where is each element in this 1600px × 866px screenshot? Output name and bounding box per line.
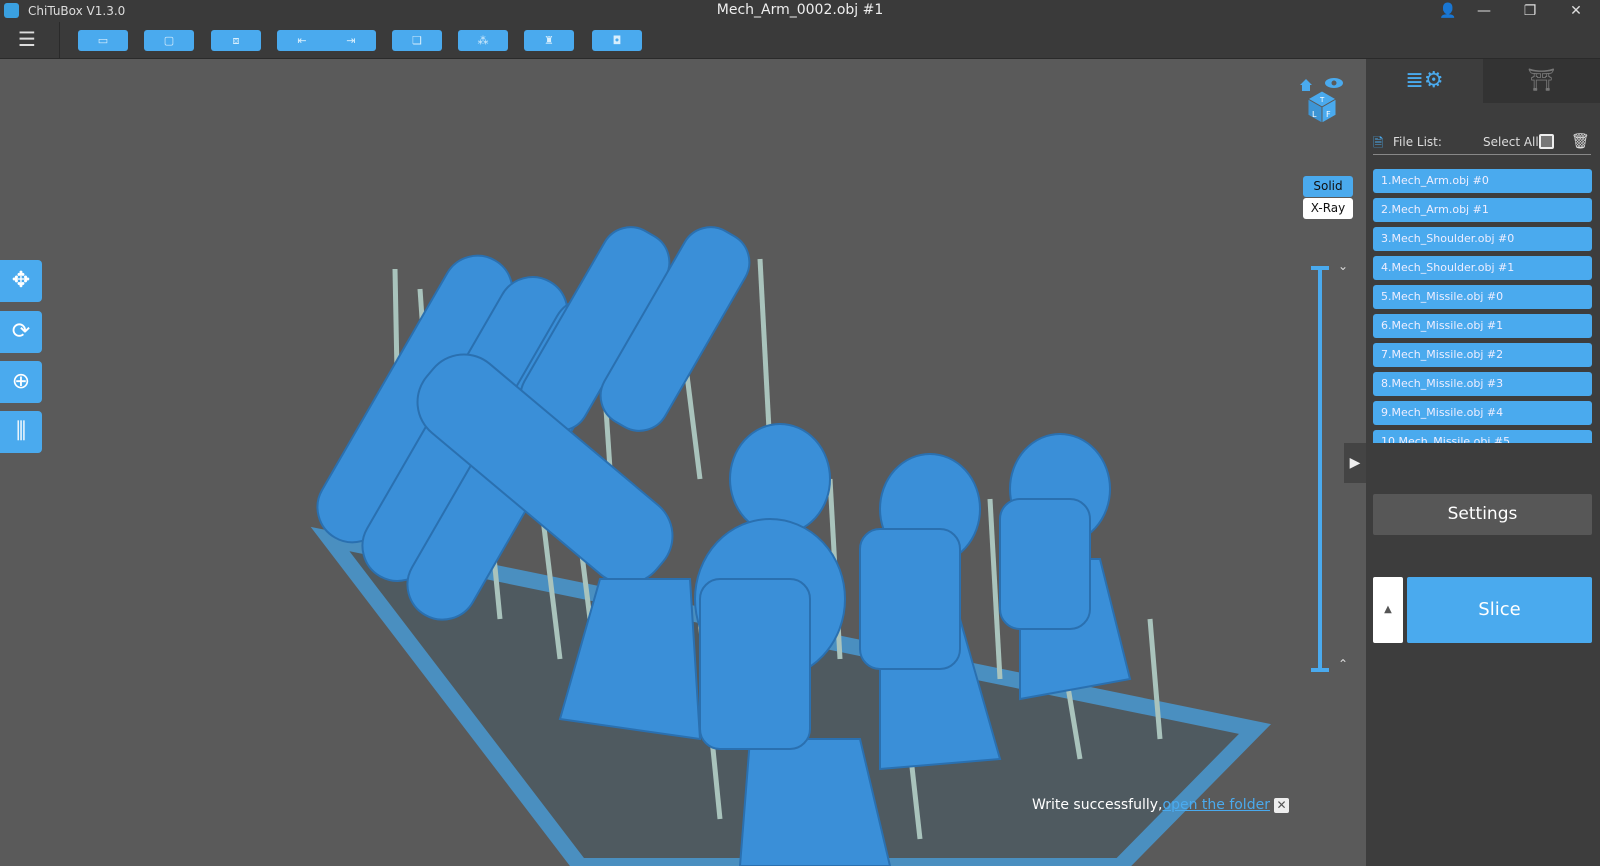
file-icon: 🗎 (1373, 136, 1384, 151)
layer-slider[interactable] (1318, 268, 1322, 670)
cube-face-top: T (1319, 96, 1325, 104)
list-item[interactable]: 7.Mech_Missile.obj #2 (1373, 343, 1592, 367)
build-plate-scene (310, 226, 1272, 866)
select-all-checkbox[interactable] (1539, 134, 1554, 149)
rotate-tool[interactable]: ⟳ (0, 311, 42, 353)
crop-button[interactable]: ⧈ (211, 30, 261, 51)
cube-face-front: F (1326, 110, 1331, 119)
menu-button[interactable]: ☰ (18, 29, 40, 50)
list-item[interactable]: 3.Mech_Shoulder.obj #0 (1373, 227, 1592, 251)
tab-supports[interactable]: ⛩ (1483, 59, 1600, 103)
export-button[interactable]: ⇥ (326, 30, 376, 51)
minimize-button[interactable]: — (1462, 0, 1506, 22)
import-button[interactable]: ⇤ (277, 30, 327, 51)
write-notice: Write successfully,open the folder ✕ (1032, 797, 1289, 813)
scale-tool[interactable]: ⊕ (0, 361, 42, 403)
list-item[interactable]: 2.Mech_Arm.obj #1 (1373, 198, 1592, 222)
supports-button[interactable]: ♜ (524, 30, 574, 51)
view-cube-icon[interactable]: T L F (1298, 75, 1348, 125)
collapse-panel-button[interactable]: ▶ (1344, 443, 1366, 483)
list-item[interactable]: 6.Mech_Missile.obj #1 (1373, 314, 1592, 338)
slider-bottom-handle[interactable] (1311, 668, 1329, 672)
hollow-button[interactable]: ◘ (592, 30, 642, 51)
chevron-up-icon[interactable]: ⌃ (1338, 657, 1348, 671)
chevron-down-icon[interactable]: ⌄ (1338, 259, 1348, 273)
move-tool[interactable]: ✥ (0, 260, 42, 302)
solid-mode-button[interactable]: Solid (1303, 176, 1353, 197)
slice-options-button[interactable]: ▲ (1373, 577, 1403, 643)
settings-button[interactable]: Settings (1373, 494, 1592, 535)
close-button[interactable]: ✕ (1554, 0, 1598, 22)
toolbar: ☰ ▭ ▢ ⧈ ⇤ ⇥ ❏ ⁂ ♜ ◘ (0, 22, 1600, 59)
right-panel: ≣⚙ ⛩ 🗎 File List: Select All 🗑 1.Mech_Ar… (1344, 59, 1600, 866)
list-item[interactable]: 9.Mech_Missile.obj #4 (1373, 401, 1592, 425)
copy-button[interactable]: ❏ (392, 30, 442, 51)
list-item[interactable]: 1.Mech_Arm.obj #0 (1373, 169, 1592, 193)
list-item[interactable]: 10.Mech_Missile.obj #5 (1373, 430, 1592, 443)
title-bar: ChiTuBox V1.3.0 Mech_Arm_0002.obj #1 👤 —… (0, 0, 1600, 22)
cube-face-left: L (1312, 110, 1317, 119)
save-button[interactable]: ▢ (144, 30, 194, 51)
list-item[interactable]: 5.Mech_Missile.obj #0 (1373, 285, 1592, 309)
select-all-label: Select All (1483, 135, 1539, 149)
file-list-label: File List: (1393, 135, 1442, 149)
notice-text: Write successfully, (1032, 797, 1163, 813)
3d-viewport[interactable]: ✥ ⟳ ⊕ ⫼ T L F Solid X-Ray ⌄ ⌃ Write succ… (0, 59, 1366, 866)
open-folder-link[interactable]: open the folder (1163, 797, 1270, 813)
file-list[interactable]: 1.Mech_Arm.obj #0 2.Mech_Arm.obj #1 3.Me… (1373, 169, 1592, 443)
divider (59, 22, 60, 59)
open-file-button[interactable]: ▭ (78, 30, 128, 51)
xray-mode-button[interactable]: X-Ray (1303, 198, 1353, 219)
file-list-header: 🗎 File List: Select All 🗑 (1373, 131, 1591, 155)
mirror-tool[interactable]: ⫼ (0, 411, 42, 453)
tab-file-settings[interactable]: ≣⚙ (1366, 59, 1483, 103)
slice-button[interactable]: Slice (1407, 577, 1592, 643)
list-item[interactable]: 4.Mech_Shoulder.obj #1 (1373, 256, 1592, 280)
window-title: Mech_Arm_0002.obj #1 (716, 2, 884, 18)
trash-icon[interactable]: 🗑 (1571, 132, 1590, 150)
arrange-button[interactable]: ⁂ (458, 30, 508, 51)
close-icon[interactable]: ✕ (1273, 798, 1289, 813)
restore-button[interactable]: ❐ (1508, 0, 1552, 22)
list-item[interactable]: 8.Mech_Missile.obj #3 (1373, 372, 1592, 396)
